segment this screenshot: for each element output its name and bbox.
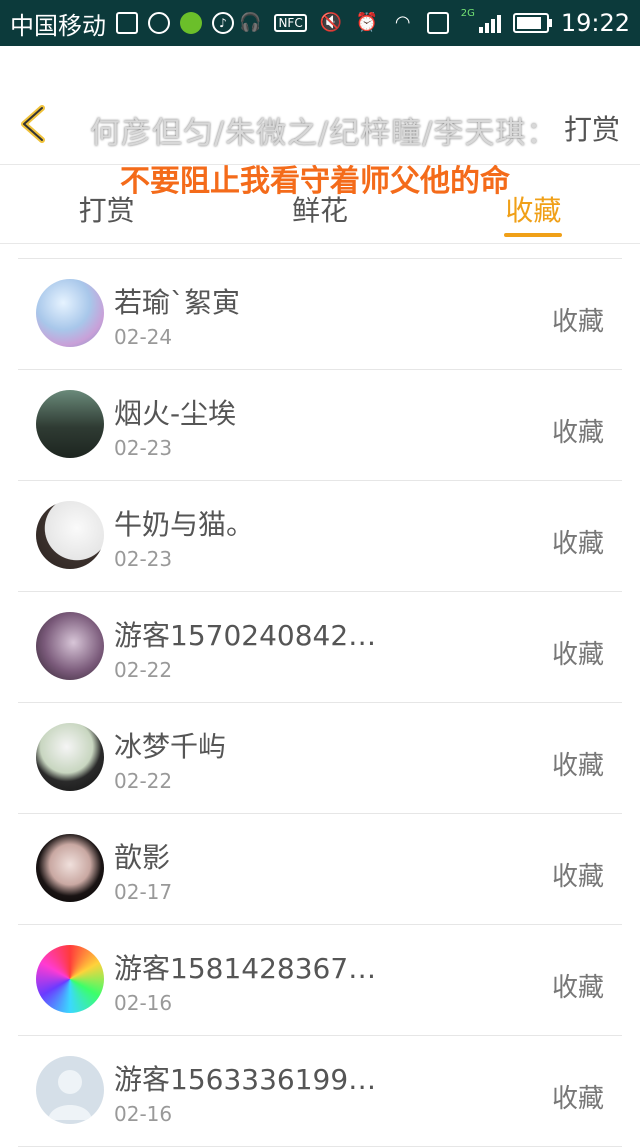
network-type: 2G (460, 7, 475, 19)
status-bar: 中国移动 ♪ 🎧 NFC 🔇 ⏰ ◠ 2G 19:22 (0, 0, 640, 46)
action-label: 收藏 (551, 862, 604, 892)
app-icon (180, 12, 202, 34)
avatar (36, 501, 104, 569)
mute-icon: 🔇 (319, 12, 342, 33)
avatar (36, 1056, 104, 1124)
active-tab-indicator (504, 233, 563, 237)
avatar (36, 834, 104, 902)
date-label: 02-24 (114, 325, 173, 349)
carrier-label: 中国移动 (10, 11, 106, 40)
user-name: 游客1570240842… (114, 619, 374, 652)
action-label: 收藏 (551, 973, 604, 1003)
list-item[interactable]: 歆影 02-17 收藏 (18, 813, 622, 924)
list-item[interactable]: 烟火-尘埃 02-23 收藏 (18, 369, 622, 480)
date-label: 02-16 (114, 1102, 173, 1126)
avatar (36, 612, 104, 680)
action-label: 收藏 (551, 640, 604, 670)
action-label: 收藏 (551, 307, 604, 337)
list-item[interactable]: 若瑜`絮寅 02-24 收藏 (18, 258, 622, 369)
nfc-icon: NFC (274, 14, 307, 32)
avatar (36, 945, 104, 1013)
back-icon[interactable] (14, 102, 58, 146)
list-item[interactable]: 游客1570240842… 02-22 收藏 (18, 591, 622, 702)
music-icon: ♪ (212, 12, 234, 34)
user-name: 歆影 (114, 841, 171, 874)
list-item[interactable]: 游客1563336199… 02-16 收藏 (18, 1035, 622, 1147)
user-name: 游客1563336199… (114, 1063, 374, 1096)
page-title: 何彦但匀/朱微之/纪梓瞳/李天琪： (90, 116, 558, 151)
favorites-list: 若瑜`絮寅 02-24 收藏 烟火-尘埃 02-23 收藏 牛奶与猫。 02-2… (18, 258, 622, 1147)
signal-icon (478, 13, 501, 33)
date-label: 02-17 (114, 880, 173, 904)
image-icon (116, 12, 138, 34)
reward-button[interactable]: 打赏 (564, 108, 620, 148)
clock: 19:22 (560, 9, 630, 37)
tab-label: 打赏 (78, 194, 135, 227)
tab-flowers[interactable]: 鲜花 (213, 165, 426, 243)
alarm-icon: ⏰ (355, 12, 378, 33)
date-label: 02-22 (114, 769, 173, 793)
user-name: 游客1581428367… (114, 952, 374, 985)
avatar (36, 723, 104, 791)
user-name: 烟火-尘埃 (114, 397, 237, 430)
list-item[interactable]: 牛奶与猫。 02-23 收藏 (18, 480, 622, 591)
headphones-icon: 🎧 (239, 12, 262, 33)
action-label: 收藏 (551, 418, 604, 448)
avatar (36, 279, 104, 347)
date-label: 02-22 (114, 658, 173, 682)
tab-label: 收藏 (505, 194, 562, 227)
tab-reward[interactable]: 打赏 (0, 165, 213, 243)
sync-icon (148, 12, 170, 34)
tab-favorites[interactable]: 收藏 (427, 165, 640, 243)
avatar (36, 390, 104, 458)
action-label: 收藏 (551, 1084, 604, 1114)
battery-icon (512, 13, 552, 33)
list-item[interactable]: 冰梦千屿 02-22 收藏 (18, 702, 622, 813)
user-name: 若瑜`絮寅 (114, 286, 241, 319)
tab-label: 鲜花 (291, 194, 348, 227)
action-label: 收藏 (551, 751, 604, 781)
sim-icon (426, 12, 449, 34)
wifi-icon: ◠ (394, 12, 411, 33)
user-name: 牛奶与猫。 (114, 508, 255, 541)
list-item[interactable]: 游客1581428367… 02-16 收藏 (18, 924, 622, 1035)
date-label: 02-23 (114, 436, 173, 460)
header: 何彦但匀/朱微之/纪梓瞳/李天琪： 打赏 不要阻止我看守着师父他的命 (0, 46, 640, 199)
date-label: 02-16 (114, 991, 173, 1015)
tab-bar: 打赏 鲜花 收藏 (0, 164, 640, 244)
default-avatar-icon (48, 1070, 92, 1120)
date-label: 02-23 (114, 547, 173, 571)
user-name: 冰梦千屿 (114, 730, 227, 763)
action-label: 收藏 (551, 529, 604, 559)
